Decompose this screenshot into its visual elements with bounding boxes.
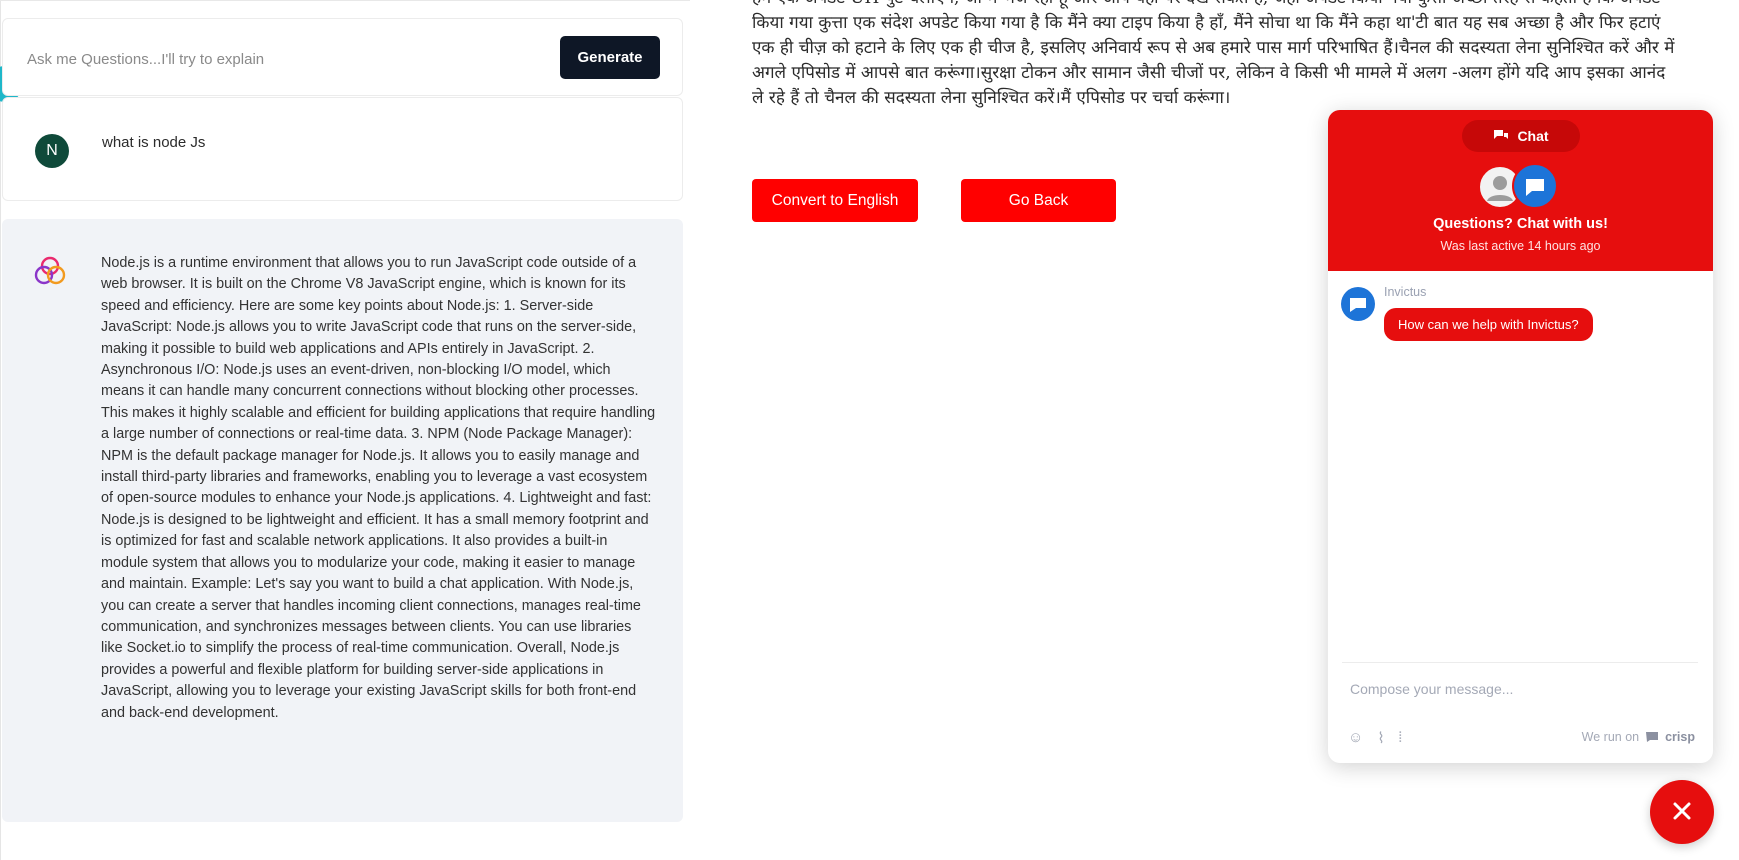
chat-operator-avatars	[1478, 163, 1568, 209]
go-back-button[interactable]: Go Back	[961, 179, 1116, 222]
answer-text: Node.js is a runtime environment that al…	[101, 255, 656, 721]
chat-widget: Chat Questions? Chat with us! Was last a…	[1328, 110, 1713, 763]
close-chat-button[interactable]	[1650, 780, 1714, 844]
answer-logo-icon	[34, 256, 66, 285]
question-input[interactable]	[25, 43, 549, 75]
agent-avatar-icon	[1341, 287, 1375, 321]
compose-tools: ☺ ⌇ ⦙	[1348, 729, 1402, 747]
user-avatar: N	[35, 134, 69, 168]
ask-panel: Generate	[2, 18, 683, 96]
chat-tab[interactable]: Chat	[1462, 120, 1580, 152]
generate-button[interactable]: Generate	[560, 36, 660, 79]
agent-message: How can we help with Invictus?	[1384, 308, 1593, 341]
attachment-icon[interactable]: ⌇	[1377, 729, 1384, 747]
powered-prefix: We run on	[1581, 730, 1640, 744]
frame-edge-top	[0, 0, 690, 1]
agent-name: Invictus	[1384, 285, 1427, 299]
frame-edge	[0, 0, 1, 860]
agent-avatar-icon	[1512, 163, 1558, 209]
chat-bubbles-icon	[1494, 130, 1509, 139]
crisp-logo-icon	[1646, 732, 1659, 742]
chat-header: Chat Questions? Chat with us! Was last a…	[1328, 110, 1713, 271]
compose-divider	[1342, 662, 1698, 663]
last-active-status: Was last active 14 hours ago	[1440, 239, 1601, 253]
translated-text: हम एक अपडेट UH पुट चलाएंगे, जो मैं भेज र…	[752, 0, 1675, 108]
chat-headline: Questions? Chat with us!	[1433, 216, 1608, 232]
chat-tab-label: Chat	[1517, 128, 1549, 144]
user-question-card: N what is node Js	[2, 97, 683, 201]
powered-by[interactable]: We run on crisp	[1582, 730, 1695, 744]
answer-card: Node.js is a runtime environment that al…	[2, 219, 683, 822]
emoji-icon[interactable]: ☺	[1348, 729, 1363, 747]
powered-brand: crisp	[1665, 730, 1695, 744]
close-icon	[1673, 802, 1691, 819]
convert-to-english-button[interactable]: Convert to English	[752, 179, 918, 222]
voice-icon[interactable]: ⦙	[1399, 729, 1402, 747]
question-text: what is node Js	[102, 134, 206, 151]
compose-message-input[interactable]	[1348, 672, 1692, 706]
